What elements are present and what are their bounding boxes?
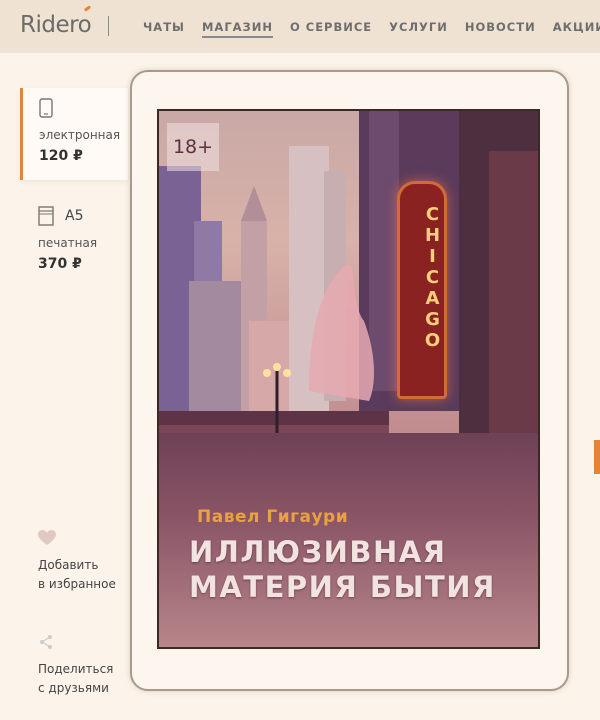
nav-item-promos[interactable]: АКЦИИ xyxy=(553,20,600,38)
book-cover[interactable]: CHICAGO 18+ Павел Гигаури ИЛЛЮЗИВНАЯ МАТ… xyxy=(157,109,540,649)
chicago-sign-text: CHICAGO xyxy=(400,204,444,351)
age-rating-badge: 18+ xyxy=(167,123,219,171)
tablet-icon xyxy=(39,98,53,122)
main-nav: ЧАТЫ МАГАЗИН О СЕРВИСЕ УСЛУГИ НОВОСТИ АК… xyxy=(143,20,600,38)
add-to-favorites-button[interactable]: Добавить в избранное xyxy=(38,530,138,594)
ridero-logo[interactable]: Ridero xyxy=(20,5,92,38)
share-button[interactable]: Поделиться с друзьями xyxy=(38,634,138,698)
book-icon xyxy=(38,206,54,230)
nav-item-chats[interactable]: ЧАТЫ xyxy=(143,20,185,38)
book-title-line1: ИЛЛЮЗИВНАЯ xyxy=(189,535,447,569)
nav-item-about[interactable]: О СЕРВИСЕ xyxy=(290,20,372,38)
format-price-ebook: 120 ₽ xyxy=(39,148,83,164)
nav-item-news[interactable]: НОВОСТИ xyxy=(465,20,536,38)
format-size-print: A5 xyxy=(65,208,84,224)
header-divider xyxy=(108,16,109,36)
favorites-label-line2: в избранное xyxy=(38,577,116,591)
chicago-sign: CHICAGO xyxy=(397,181,447,399)
format-option-ebook[interactable]: электронная 120 ₽ xyxy=(20,88,128,180)
site-header: Ridero ЧАТЫ МАГАЗИН О СЕРВИСЕ УСЛУГИ НОВ… xyxy=(0,0,600,53)
logo-accent-icon xyxy=(83,5,92,12)
share-icon xyxy=(38,634,138,654)
share-label-line2: с друзьями xyxy=(38,681,109,695)
favorites-label-line1: Добавить xyxy=(38,558,99,572)
heart-icon xyxy=(38,530,138,550)
book-author: Павел Гигаури xyxy=(197,507,349,527)
share-label-line1: Поделиться xyxy=(38,662,114,676)
chicago-sign-label: CHICAGO xyxy=(422,204,443,351)
nav-item-shop[interactable]: МАГАЗИН xyxy=(201,20,273,38)
nav-item-services[interactable]: УСЛУГИ xyxy=(389,20,448,38)
format-label-print: печатная xyxy=(38,236,98,250)
format-price-print: 370 ₽ xyxy=(38,256,82,272)
format-label-ebook: электронная xyxy=(39,128,121,142)
book-title-line2: МАТЕРИЯ БЫТИЯ xyxy=(189,570,496,604)
side-scroll-tab[interactable] xyxy=(594,440,600,474)
format-option-print[interactable]: A5 печатная 370 ₽ xyxy=(20,200,128,284)
logo-text: Ridero xyxy=(20,12,92,38)
